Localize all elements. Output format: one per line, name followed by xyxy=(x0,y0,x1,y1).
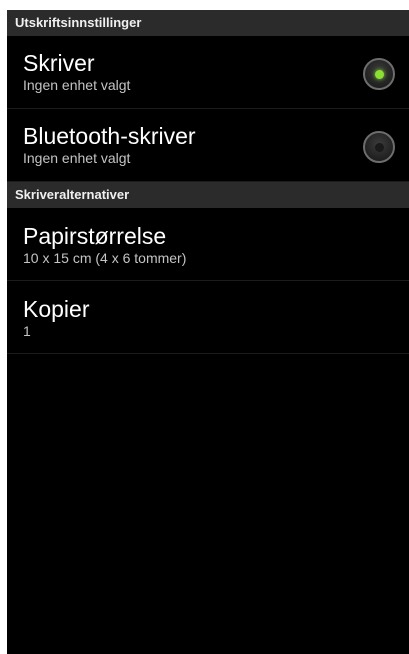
option-title: Papirstørrelse xyxy=(23,223,167,249)
option-value: 1 xyxy=(23,323,31,339)
printer-option-subtitle: Ingen enhet valgt xyxy=(23,150,131,166)
printer-option-skriver[interactable]: Skriver Ingen enhet valgt xyxy=(7,36,409,109)
option-value: 10 x 15 cm (4 x 6 tommer) xyxy=(23,250,187,266)
radio-button-bluetooth[interactable] xyxy=(363,131,395,163)
option-copies[interactable]: Kopier 1 xyxy=(7,281,409,354)
printer-option-title: Bluetooth-skriver xyxy=(23,123,196,149)
option-paper-size[interactable]: Papirstørrelse 10 x 15 cm (4 x 6 tommer) xyxy=(7,208,409,281)
section-header-printer-options: Skriveralternativer xyxy=(7,182,409,208)
printer-option-subtitle: Ingen enhet valgt xyxy=(23,77,131,93)
printer-option-title: Skriver xyxy=(23,50,95,76)
printer-option-bluetooth[interactable]: Bluetooth-skriver Ingen enhet valgt xyxy=(7,109,409,182)
radio-button-skriver[interactable] xyxy=(363,58,395,90)
radio-unselected-indicator-icon xyxy=(374,142,384,152)
print-settings-screen: Utskriftsinnstillinger Skriver Ingen enh… xyxy=(7,10,409,654)
option-title: Kopier xyxy=(23,296,90,322)
section-header-print-settings: Utskriftsinnstillinger xyxy=(7,10,409,36)
radio-selected-indicator-icon xyxy=(374,69,384,79)
